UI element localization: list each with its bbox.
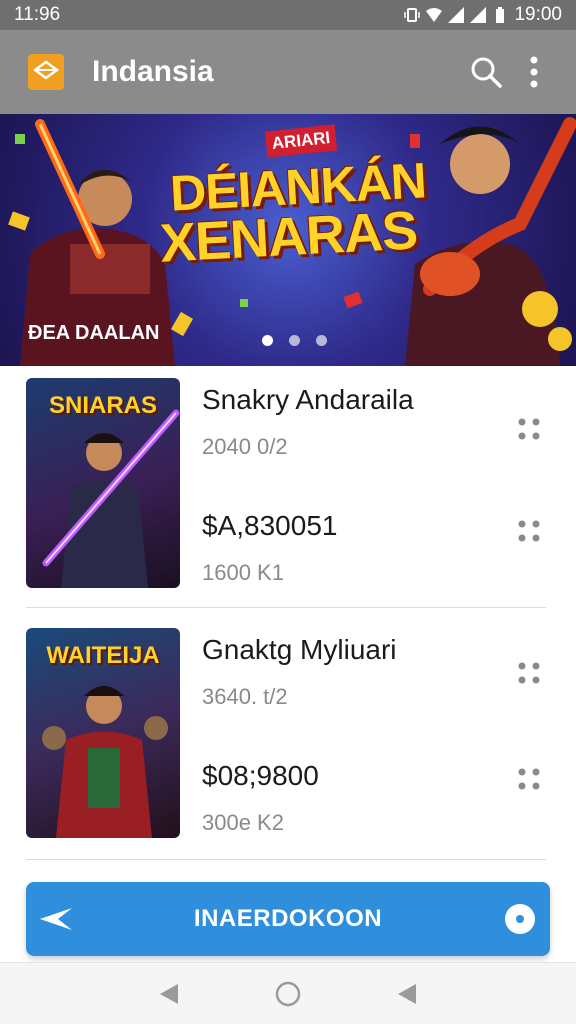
- game-name: Gnaktg Myliuari: [202, 634, 397, 665]
- game-subtitle: 2040 0/2: [202, 434, 288, 459]
- game-detail: 300e K2: [202, 810, 284, 835]
- disc-icon: [505, 904, 535, 934]
- game-thumbnail-title: WAITEIJA: [46, 642, 160, 669]
- search-icon: [471, 57, 502, 88]
- page-dot-3[interactable]: [316, 335, 327, 346]
- primary-action-button[interactable]: INAERDOKOON: [26, 882, 550, 956]
- wifi-icon: [426, 8, 443, 22]
- drag-handle-icon[interactable]: [514, 658, 544, 688]
- game-subtitle: 3640. t/2: [202, 684, 288, 709]
- primary-action-label: INAERDOKOON: [193, 905, 383, 932]
- page-dot-1[interactable]: [262, 335, 273, 346]
- list-item[interactable]: WAITEIJA Gnaktg Myliuari 3640. t/2 $08;9…: [0, 628, 576, 878]
- cta-left: [26, 882, 86, 956]
- list-item[interactable]: SNIARAS Snakry Andaraila 2040 0/2 $A,830…: [0, 378, 576, 628]
- drag-handle-icon[interactable]: [514, 764, 544, 794]
- status-time: 11:96: [14, 4, 61, 25]
- back-alt-icon: [397, 983, 416, 1004]
- more-vert-icon: [530, 56, 538, 88]
- send-icon: [40, 908, 72, 930]
- status-clock: 19:00: [514, 4, 562, 25]
- signal-2-icon: [470, 7, 487, 23]
- game-thumbnail-title: SNIARAS: [48, 392, 157, 419]
- back-button[interactable]: [149, 974, 189, 1014]
- status-icons: 19:00: [404, 4, 562, 26]
- banner-page-indicator: [262, 335, 327, 346]
- game-thumbnail[interactable]: SNIARAS: [26, 378, 180, 588]
- list-divider: [26, 607, 546, 608]
- game-detail: 1600 K1: [202, 560, 284, 585]
- app-logo-icon[interactable]: [28, 54, 64, 90]
- home-icon: [275, 981, 301, 1006]
- more-options-button[interactable]: [510, 48, 558, 96]
- back-icon: [160, 983, 179, 1004]
- cta-right: [490, 882, 550, 956]
- battery-icon: [496, 7, 505, 23]
- system-nav-bar: [0, 962, 576, 1024]
- game-name: Snakry Andaraila: [202, 384, 414, 415]
- app-title: Indansia: [92, 55, 214, 88]
- home-button[interactable]: [268, 974, 308, 1014]
- status-bar: 11:96 19:00: [0, 0, 576, 30]
- game-thumbnail[interactable]: WAITEIJA: [26, 628, 180, 838]
- promo-banner[interactable]: ARIARI DÉIANKÁN XENARAS ÐEA DAALAN: [0, 114, 576, 366]
- page-dot-2[interactable]: [289, 335, 300, 346]
- app-bar: Indansia: [0, 30, 576, 114]
- signal-icon: [448, 7, 465, 23]
- list-divider: [26, 859, 546, 860]
- banner-caption: ÐEA DAALAN: [28, 322, 160, 344]
- vibrate-icon: [404, 8, 421, 22]
- game-price: $08;9800: [202, 760, 319, 791]
- game-price: $A,830051: [202, 510, 338, 541]
- drag-handle-icon[interactable]: [514, 516, 544, 546]
- recents-button[interactable]: [387, 974, 427, 1014]
- drag-handle-icon[interactable]: [514, 414, 544, 444]
- search-button[interactable]: [462, 48, 510, 96]
